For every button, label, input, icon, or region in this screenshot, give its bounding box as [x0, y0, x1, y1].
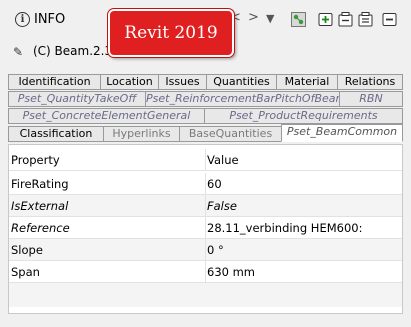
property-set-icon[interactable] — [338, 12, 353, 27]
column-header-property[interactable]: Property — [11, 149, 205, 171]
table-row[interactable]: IsExternal False — [9, 195, 402, 217]
table-row[interactable]: Reference 28.11_verbinding HEM600: — [9, 217, 402, 239]
tab-pset-quantitytakeoff[interactable]: Pset_QuantityTakeOff — [8, 91, 146, 107]
nav-dropdown-button[interactable]: ▼ — [266, 12, 274, 25]
table-row[interactable]: FireRating 60 — [9, 173, 402, 195]
tab-rbn[interactable]: RBN — [339, 91, 403, 107]
table-row[interactable]: Span 630 mm — [9, 261, 402, 283]
tab-issues[interactable]: Issues — [158, 74, 207, 90]
add-property-icon[interactable] — [318, 12, 333, 27]
property-name: FireRating — [11, 177, 69, 191]
panel-title: INFO — [34, 12, 66, 27]
property-value[interactable]: 0 ° — [207, 239, 399, 261]
tab-quantities[interactable]: Quantities — [206, 74, 277, 90]
property-list-icon[interactable] — [358, 12, 373, 27]
nav-forward-button[interactable]: > — [248, 10, 259, 25]
tab-identification[interactable]: Identification — [8, 74, 101, 90]
tab-classification[interactable]: Classification — [8, 126, 104, 142]
tab-location[interactable]: Location — [100, 74, 159, 90]
property-value[interactable]: False — [207, 195, 399, 217]
model-tree-icon[interactable] — [291, 12, 306, 27]
tab-material[interactable]: Material — [276, 74, 338, 90]
property-name: Span — [11, 265, 40, 279]
tab-basequantities[interactable]: BaseQuantities — [179, 126, 282, 142]
column-header-value[interactable]: Value — [207, 149, 399, 171]
empty-row — [9, 283, 402, 307]
tab-pset-beamcommon[interactable]: Pset_BeamCommon — [281, 124, 403, 142]
property-value[interactable]: 28.11_verbinding HEM600: — [207, 217, 399, 239]
element-type-icon: ✎ — [13, 45, 24, 59]
property-name: Reference — [11, 221, 70, 235]
tab-hyperlinks[interactable]: Hyperlinks — [103, 126, 180, 142]
tab-pset-productrequirements[interactable]: Pset_ProductRequirements — [204, 108, 403, 124]
info-icon: i — [15, 12, 30, 27]
panel-header: i INFO < > ▼ ✎ (C) Beam.2.351 Revit 2019 — [0, 0, 411, 66]
table-header: Property Value — [9, 149, 402, 171]
tab-pset-concreteelementgeneral[interactable]: Pset_ConcreteElementGeneral — [8, 108, 205, 124]
tab-relations[interactable]: Relations — [337, 74, 403, 90]
property-grid: Property Value FireRating 60 IsExternal … — [8, 144, 403, 314]
remove-property-icon[interactable] — [382, 12, 397, 27]
property-value[interactable]: 60 — [207, 173, 399, 195]
property-name: IsExternal — [11, 199, 69, 213]
table-row[interactable]: Slope 0 ° — [9, 239, 402, 261]
version-badge: Revit 2019 — [108, 9, 234, 57]
property-name: Slope — [11, 243, 43, 257]
property-value[interactable]: 630 mm — [207, 261, 399, 283]
tab-pset-reinforcementbarpitch[interactable]: Pset_ReinforcementBarPitchOfBeam — [145, 91, 340, 107]
